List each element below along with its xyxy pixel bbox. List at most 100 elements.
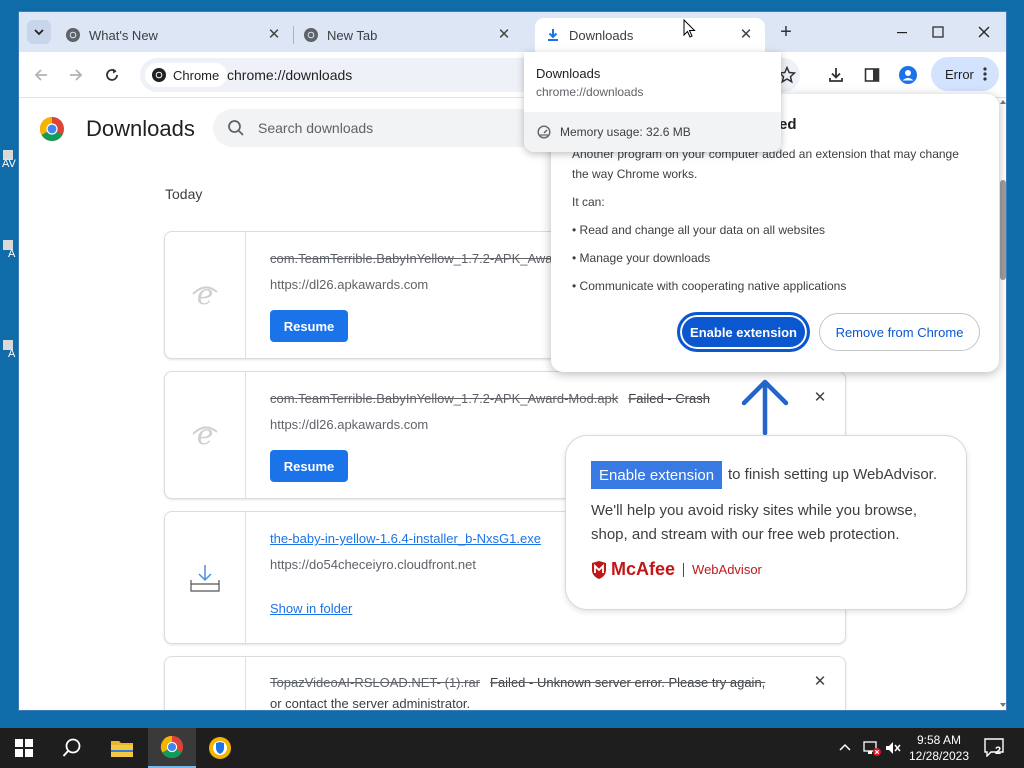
resume-button[interactable]: Resume (270, 310, 348, 342)
download-file-icon (190, 564, 220, 592)
enable-extension-button[interactable]: Enable extension (677, 312, 810, 352)
downloads-button[interactable] (825, 64, 847, 86)
show-in-folder-link[interactable]: Show in folder (270, 601, 352, 616)
clock-date: 12/28/2023 (908, 749, 970, 763)
dialog-intro-line2: the way Chrome works. (572, 167, 698, 181)
file-explorer-button[interactable] (98, 728, 146, 768)
show-hidden-icons-button[interactable] (838, 740, 854, 756)
arrow-left-icon (34, 69, 47, 81)
volume-muted-icon[interactable] (884, 739, 902, 757)
download-filename[interactable]: TopazVideoAI-RSLOAD.NET- (1).rar Failed -… (270, 675, 765, 690)
close-tab-icon[interactable]: ✕ (265, 26, 283, 44)
mcafee-logo: McAfee WebAdvisor (591, 559, 762, 580)
tab-whats-new[interactable]: What's New ✕ (65, 18, 293, 52)
download-icon (829, 68, 843, 82)
forward-button[interactable] (63, 62, 89, 88)
tab-new-tab[interactable]: New Tab ✕ (303, 18, 523, 52)
remove-item-icon[interactable]: ✕ (811, 673, 829, 691)
capability-item: • Read and change all your data on all w… (572, 223, 826, 237)
download-item: TopazVideoAI-RSLOAD.NET- (1).rar Failed -… (164, 656, 846, 711)
download-filename[interactable]: com.TeamTerrible.BabyInYellow_1.7.2-APK_… (270, 251, 564, 266)
file-icon-column: e (165, 372, 246, 498)
desktop-icon-label: AV (2, 158, 16, 170)
minimize-button[interactable] (887, 20, 917, 44)
hover-card-url: chrome://downloads (536, 85, 644, 99)
filename-text: com.TeamTerrible.BabyInYellow_1.7.2-APK_… (270, 391, 619, 406)
side-panel-button[interactable] (861, 64, 883, 86)
desktop-icon-1[interactable]: AV (0, 150, 16, 172)
page-title: Downloads (86, 116, 195, 141)
remove-from-chrome-button[interactable]: Remove from Chrome (819, 313, 980, 351)
search-icon (62, 738, 81, 757)
new-tab-button[interactable]: + (775, 21, 797, 43)
search-taskbar-button[interactable] (48, 728, 96, 768)
remove-item-icon[interactable]: ✕ (811, 389, 829, 407)
chevron-down-icon (34, 29, 44, 36)
mouse-cursor-icon (683, 19, 696, 38)
desktop-icon-3[interactable]: A (0, 340, 16, 362)
side-panel-icon (864, 68, 880, 82)
tab-title: Downloads (569, 27, 634, 43)
memory-usage-text: Memory usage: 32.6 MB (560, 125, 691, 139)
hover-card-title: Downloads (536, 66, 601, 81)
tab-search-button[interactable] (27, 20, 51, 44)
chrome-taskbar-button[interactable] (148, 728, 196, 768)
dialog-title: ed (779, 116, 797, 133)
profile-error-label: Error (945, 66, 974, 82)
chrome-icon (152, 68, 166, 82)
desktop-icon-label: A (8, 348, 16, 360)
start-button[interactable] (0, 728, 48, 768)
chevron-up-icon (839, 743, 851, 751)
maximize-button[interactable] (923, 20, 953, 44)
page-scrollbar[interactable] (1000, 100, 1006, 710)
chrome-icon (303, 27, 319, 43)
avatar-icon (899, 66, 917, 84)
download-status: Failed - Unknown server error. Please tr… (490, 675, 766, 690)
tab-hover-card: Downloads chrome://downloads Memory usag… (524, 52, 781, 152)
archive-file-icon (194, 710, 216, 711)
close-icon (978, 26, 990, 38)
mcafee-webadvisor-prompt: Enable extension to finish setting up We… (565, 435, 967, 610)
taskbar: 9:58 AM 12/28/2023 2 (0, 728, 1024, 768)
shield-chrome-icon (209, 737, 231, 759)
scrollbar-up-arrow[interactable] (1000, 100, 1006, 104)
filename-text: com.TeamTerrible.BabyInYellow_1.7.2-APK_… (270, 251, 565, 266)
download-url: https://dl26.apkawards.com (270, 417, 429, 432)
filename-text: TopazVideoAI-RSLOAD.NET- (1).rar (270, 675, 480, 690)
arrow-up-icon (741, 379, 789, 435)
system-clock[interactable]: 9:58 AM 12/28/2023 (904, 732, 974, 764)
windows-logo-icon (15, 739, 33, 757)
mcafee-taskbar-button[interactable] (196, 728, 244, 768)
close-tab-icon[interactable]: ✕ (737, 26, 755, 44)
download-filename[interactable]: com.TeamTerrible.BabyInYellow_1.7.2-APK_… (270, 391, 710, 406)
download-status-line2: or contact the server administrator. (270, 696, 471, 711)
download-filename-link[interactable]: the-baby-in-yellow-1.6.4-installer_b-Nxs… (270, 531, 541, 546)
network-status-icon[interactable] (862, 739, 882, 757)
url-text[interactable]: chrome://downloads (227, 67, 352, 83)
chrome-logo-icon (39, 117, 64, 142)
resume-button[interactable]: Resume (270, 450, 348, 482)
desktop-icon-2[interactable]: A (0, 240, 16, 262)
profile-button[interactable] (897, 64, 919, 86)
site-chip-label: Chrome (173, 67, 220, 83)
mcafee-brand-name: McAfee (611, 559, 676, 579)
close-tab-icon[interactable]: ✕ (495, 26, 513, 44)
back-button[interactable] (28, 62, 54, 88)
notification-center-button[interactable]: 2 (983, 737, 1009, 759)
download-url: https://dl26.apkawards.com (270, 277, 429, 292)
file-icon-column (165, 512, 246, 643)
svg-text:e: e (197, 420, 214, 450)
chrome-icon (65, 27, 81, 43)
site-info-chip[interactable]: Chrome (145, 63, 228, 87)
profile-error-button[interactable]: Error (931, 57, 999, 91)
search-downloads-field[interactable]: Search downloads (213, 109, 553, 147)
tab-title: New Tab (327, 27, 378, 43)
close-window-button[interactable] (969, 20, 999, 44)
reload-button[interactable] (99, 62, 125, 88)
search-placeholder: Search downloads (258, 120, 374, 136)
scrollbar-down-arrow[interactable] (1000, 703, 1006, 707)
logo-divider (683, 562, 685, 577)
search-icon (228, 120, 244, 136)
tab-downloads[interactable]: Downloads ✕ (535, 18, 765, 52)
scrollbar-thumb[interactable] (1000, 180, 1006, 280)
